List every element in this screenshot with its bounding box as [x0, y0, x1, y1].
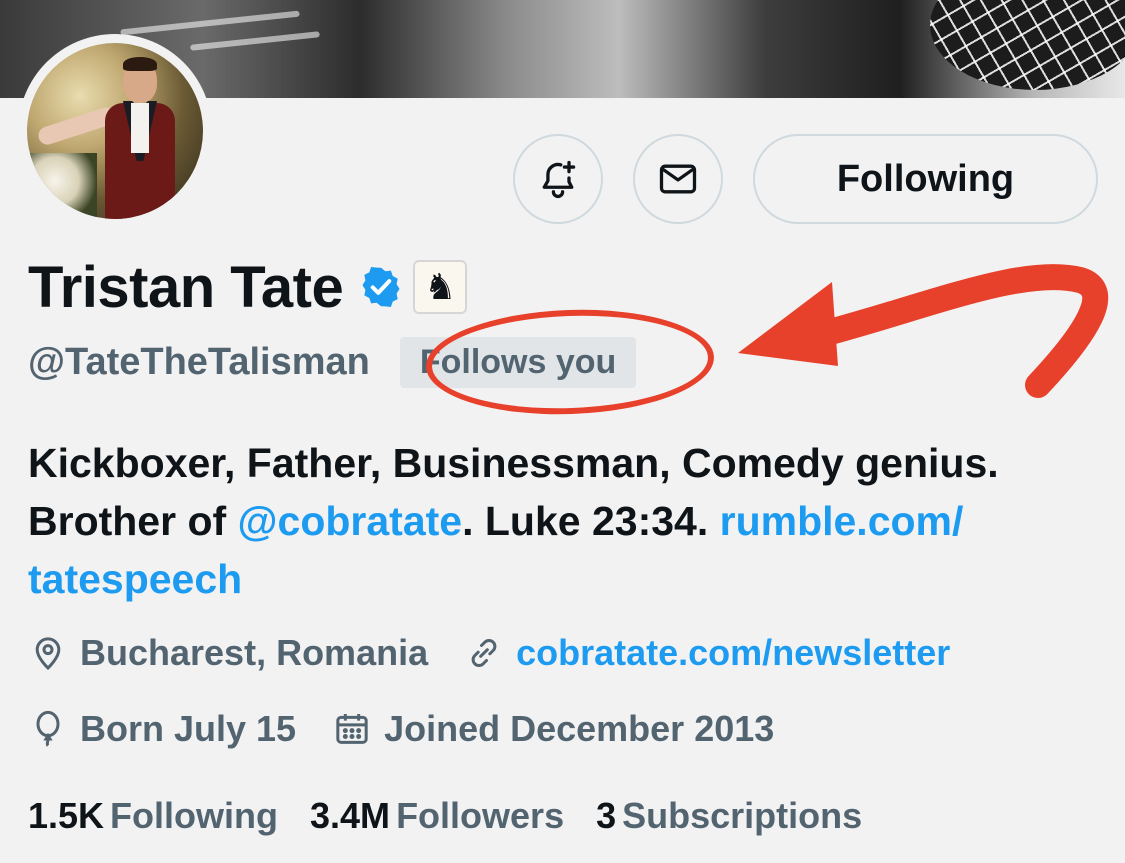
bell-plus-icon — [542, 160, 576, 198]
user-handle: @TateTheTalisman — [28, 340, 370, 383]
bio-url-link-continued[interactable]: tatespeech — [28, 556, 242, 602]
affiliate-badge[interactable]: ♞ — [413, 260, 468, 314]
birthday-item: Born July 15 — [28, 708, 296, 750]
followers-count-link[interactable]: 3.4M Followers — [310, 795, 564, 837]
envelope-icon — [659, 164, 697, 194]
location-pin-icon — [35, 637, 61, 671]
display-name: Tristan Tate — [28, 254, 344, 320]
following-button[interactable]: Following — [753, 134, 1098, 224]
following-count-link[interactable]: 1.5K Following — [28, 795, 278, 837]
profile-avatar[interactable] — [18, 34, 212, 228]
location-item: Bucharest, Romania — [28, 632, 428, 674]
subscriptions-count-link[interactable]: 3 Subscriptions — [596, 795, 862, 837]
website-item[interactable]: cobratate.com/newsletter — [464, 632, 950, 674]
website-link[interactable]: cobratate.com/newsletter — [516, 632, 950, 674]
verified-badge-icon[interactable] — [359, 265, 403, 309]
joined-item: Joined December 2013 — [332, 708, 774, 750]
bio-url-link[interactable]: rumble.com/ — [720, 498, 964, 544]
balloon-icon — [36, 710, 60, 747]
profile-bio: Kickboxer, Father, Businessman, Comedy g… — [28, 440, 999, 602]
annotation-arrow — [738, 264, 1109, 398]
calendar-icon — [336, 714, 368, 744]
chess-knight-icon: ♞ — [424, 266, 457, 307]
annotation-circle — [424, 305, 716, 419]
notify-button[interactable] — [513, 134, 603, 224]
mention-link[interactable]: @cobratate — [238, 498, 463, 544]
message-button[interactable] — [633, 134, 723, 224]
link-icon — [471, 639, 497, 667]
